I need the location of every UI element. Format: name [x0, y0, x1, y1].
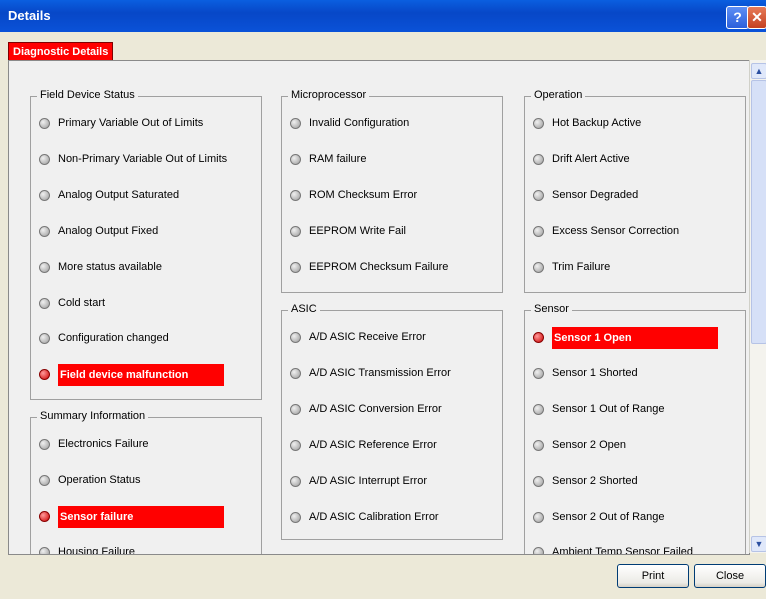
- status-label: Sensor 2 Out of Range: [552, 510, 665, 523]
- status-label: Operation Status: [58, 473, 141, 486]
- status-label: Sensor 1 Open: [552, 327, 718, 349]
- print-button[interactable]: Print: [617, 564, 689, 588]
- status-label: Excess Sensor Correction: [552, 224, 680, 237]
- status-led-icon: [39, 333, 50, 345]
- status-label: A/D ASIC Receive Error: [309, 331, 426, 343]
- status-led-icon: [290, 439, 301, 451]
- title-bar: Details ? ✕: [0, 0, 766, 32]
- status-led-icon: [533, 403, 544, 415]
- status-label: A/D ASIC Transmission Error: [309, 366, 451, 379]
- status-led-icon: [290, 189, 301, 201]
- group-label: Operation: [531, 89, 586, 101]
- help-button[interactable]: ?: [726, 6, 749, 29]
- status-led-active-icon: [39, 510, 50, 522]
- status-led-icon: [533, 225, 544, 237]
- status-led-icon: [290, 367, 301, 379]
- status-label: Field device malfunction: [58, 364, 224, 387]
- status-label: Analog Output Saturated: [58, 188, 180, 201]
- scroll-up-icon[interactable]: ▲: [751, 63, 766, 79]
- status-led-icon: [290, 511, 301, 523]
- status-led-icon: [533, 261, 544, 273]
- window-title: Details: [8, 8, 51, 23]
- window-close-button[interactable]: ✕: [747, 6, 766, 29]
- operation-group: Operation Hot Backup Active Drift Alert A…: [524, 89, 746, 293]
- status-label: Non-Primary Variable Out of Limits: [58, 152, 228, 165]
- status-label: Sensor 1 Shorted: [552, 366, 638, 379]
- status-led-icon: [533, 118, 544, 129]
- status-led-icon: [533, 547, 544, 554]
- status-label: Primary Variable Out of Limits: [58, 117, 204, 129]
- status-led-icon: [290, 332, 301, 343]
- status-label: Sensor 2 Open: [552, 438, 626, 451]
- group-label: ASIC: [288, 303, 320, 315]
- status-label: Housing Failure: [58, 545, 136, 555]
- status-label: A/D ASIC Conversion Error: [309, 402, 442, 415]
- summary-information-group: Summary Information Electronics Failure O…: [30, 410, 262, 555]
- status-label: Electronics Failure: [58, 438, 149, 450]
- status-led-icon: [39, 189, 50, 201]
- status-label: EEPROM Write Fail: [309, 224, 406, 237]
- status-led-icon: [290, 403, 301, 415]
- status-led-icon: [39, 225, 50, 237]
- status-label: A/D ASIC Calibration Error: [309, 510, 439, 523]
- status-led-icon: [39, 546, 50, 554]
- status-led-icon: [39, 261, 50, 273]
- status-led-icon: [290, 261, 301, 273]
- status-led-icon: [290, 475, 301, 487]
- close-button[interactable]: Close: [694, 564, 766, 588]
- status-label: Cold start: [58, 296, 106, 309]
- status-led-icon: [533, 511, 544, 523]
- status-label: RAM failure: [309, 152, 367, 165]
- group-label: Microprocessor: [288, 89, 370, 101]
- status-led-icon: [533, 475, 544, 487]
- status-led-icon: [39, 297, 50, 309]
- status-label: Configuration changed: [58, 332, 169, 345]
- status-led-icon: [290, 153, 301, 165]
- status-led-icon: [533, 439, 544, 451]
- asic-group: ASIC A/D ASIC Receive Error A/D ASIC Tran…: [281, 303, 503, 540]
- status-led-icon: [290, 118, 301, 129]
- status-led-icon: [290, 225, 301, 237]
- status-label: Sensor Degraded: [552, 188, 639, 201]
- status-label: A/D ASIC Interrupt Error: [309, 474, 427, 487]
- status-label: More status available: [58, 260, 162, 273]
- status-label: A/D ASIC Reference Error: [309, 438, 437, 451]
- status-label: ROM Checksum Error: [309, 188, 418, 201]
- status-led-icon: [39, 118, 50, 129]
- status-led-icon: [533, 153, 544, 165]
- status-label: Sensor 2 Shorted: [552, 474, 638, 487]
- status-led-icon: [39, 474, 50, 486]
- status-label: Drift Alert Active: [552, 152, 630, 165]
- vertical-scrollbar[interactable]: ▲ ▼: [749, 60, 766, 553]
- status-label: Analog Output Fixed: [58, 224, 159, 237]
- status-label: Ambient Temp Sensor Failed: [552, 546, 694, 555]
- sensor-group: Sensor Sensor 1 Open Sensor 1 Shorted Sens…: [524, 303, 746, 555]
- status-label: Sensor failure: [58, 505, 224, 528]
- status-led-active-icon: [533, 332, 544, 343]
- status-led-active-icon: [39, 369, 50, 381]
- group-label: Sensor: [531, 303, 572, 315]
- diagnostic-panel: Field Device Status Primary Variable Out…: [8, 60, 750, 555]
- status-led-icon: [533, 367, 544, 379]
- group-label: Summary Information: [37, 410, 149, 422]
- dialog-footer: Print Close: [8, 556, 766, 596]
- field-device-status-group: Field Device Status Primary Variable Out…: [30, 89, 262, 400]
- status-label: Sensor 1 Out of Range: [552, 402, 665, 415]
- group-label: Field Device Status: [37, 89, 138, 101]
- status-led-icon: [533, 189, 544, 201]
- status-label: Invalid Configuration: [309, 117, 410, 129]
- status-label: Hot Backup Active: [552, 117, 642, 129]
- status-label: EEPROM Checksum Failure: [309, 260, 449, 273]
- status-led-icon: [39, 153, 50, 165]
- microprocessor-group: Microprocessor Invalid Configuration RAM …: [281, 89, 503, 293]
- status-led-icon: [39, 439, 50, 450]
- tab-diagnostic-details[interactable]: Diagnostic Details: [8, 42, 114, 61]
- status-label: Trim Failure: [552, 260, 611, 273]
- scroll-down-icon[interactable]: ▼: [751, 536, 766, 552]
- scroll-thumb[interactable]: [751, 80, 766, 344]
